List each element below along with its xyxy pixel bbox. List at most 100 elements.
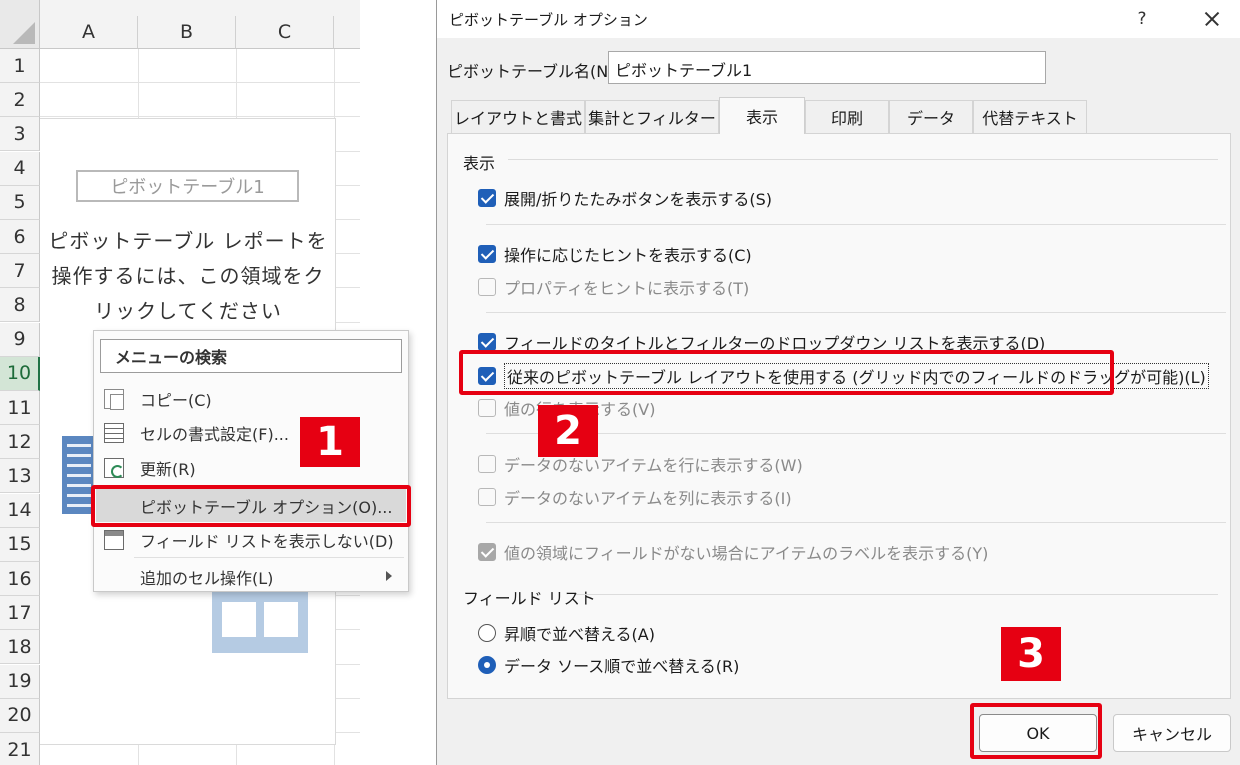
menu-item-hide-field-list[interactable]: フィールド リストを表示しない(D) xyxy=(96,523,406,556)
row-header-3[interactable]: 3 xyxy=(0,117,40,152)
row-header-18[interactable]: 18 xyxy=(0,630,40,665)
row-header-5[interactable]: 5 xyxy=(0,185,40,220)
radio-unselected-icon xyxy=(478,624,496,642)
close-icon[interactable] xyxy=(1197,4,1227,34)
step-badge-2: 2 xyxy=(538,405,598,457)
menu-item-more-cell-actions[interactable]: 追加のセル操作(L) xyxy=(96,560,406,593)
row-header-1[interactable]: 1 xyxy=(0,49,40,83)
step-badge-1: 1 xyxy=(300,417,360,467)
checkbox-unchecked-icon xyxy=(478,278,496,296)
option-empty-items-columns[interactable]: データのないアイテムを列に表示する(I) xyxy=(478,485,792,509)
option-label: 値の領域にフィールドがない場合にアイテムのラベルを表示する(Y) xyxy=(504,544,989,563)
option-separator xyxy=(486,312,1226,313)
select-all-corner[interactable] xyxy=(0,0,40,49)
row-header-8[interactable]: 8 xyxy=(0,288,40,323)
highlight-box-step1 xyxy=(91,485,411,527)
row-header-2[interactable]: 2 xyxy=(0,83,40,118)
step-badge-3: 3 xyxy=(1001,627,1061,681)
column-header-b[interactable]: B xyxy=(138,16,236,49)
radio-selected-icon xyxy=(478,656,496,674)
radio-sort-a-to-z[interactable]: 昇順で並べ替える(A) xyxy=(478,621,655,645)
menu-item-label: 更新(R) xyxy=(140,459,196,479)
menu-separator xyxy=(134,557,404,558)
group-title-field-list: フィールド リスト xyxy=(463,589,596,608)
option-expand-collapse[interactable]: 展開/折りたたみボタンを表示する(S) xyxy=(478,186,772,210)
checkbox-unchecked-icon xyxy=(478,399,496,417)
radio-sort-data-source-order[interactable]: データ ソース順で並べ替える(R) xyxy=(478,653,739,677)
group-divider xyxy=(576,594,1218,595)
row-header-14[interactable]: 14 xyxy=(0,493,40,528)
option-item-labels-no-values[interactable]: 値の領域にフィールドがない場合にアイテムのラベルを表示する(Y) xyxy=(478,540,988,564)
row-header-15[interactable]: 15 xyxy=(0,527,40,562)
cancel-button[interactable]: キャンセル xyxy=(1113,714,1231,752)
row-header-13[interactable]: 13 xyxy=(0,459,40,494)
radio-label: データ ソース順で並べ替える(R) xyxy=(504,657,740,676)
row-header-9[interactable]: 9 xyxy=(0,322,40,357)
row-header-4[interactable]: 4 xyxy=(0,151,40,186)
checkbox-checked-icon xyxy=(478,333,496,351)
row-header-7[interactable]: 7 xyxy=(0,254,40,289)
group-title-display: 表示 xyxy=(463,154,496,173)
option-empty-items-rows[interactable]: データのないアイテムを行に表示する(W) xyxy=(478,452,803,476)
checkbox-unchecked-icon xyxy=(478,455,496,473)
row-header-10[interactable]: 10 xyxy=(0,356,40,391)
group-divider xyxy=(508,159,1218,160)
menu-item-label: フィールド リストを表示しない(D) xyxy=(140,531,394,551)
refresh-icon xyxy=(104,458,124,478)
pivot-table-name-box: ピボットテーブル1 xyxy=(76,170,299,202)
option-label: プロパティをヒントに表示する(T) xyxy=(504,279,750,298)
pivot-name-label: ピボットテーブル名(N): xyxy=(447,62,620,81)
menu-item-copy[interactable]: コピー(C) xyxy=(96,382,406,415)
tab-totals-filters[interactable]: 集計とフィルター xyxy=(585,100,719,133)
option-label: データのないアイテムを列に表示する(I) xyxy=(504,489,792,508)
row-header-17[interactable]: 17 xyxy=(0,596,40,631)
row-header-11[interactable]: 11 xyxy=(0,391,40,425)
copy-icon xyxy=(104,389,124,410)
option-separator xyxy=(486,522,1226,523)
instruction-line: 操作するには、この領域をク xyxy=(51,264,325,288)
field-list-icon xyxy=(104,530,124,550)
highlight-box-step2 xyxy=(459,350,1114,395)
radio-label: 昇順で並べ替える(A) xyxy=(504,625,655,644)
checkbox-checked-icon xyxy=(478,245,496,263)
tab-printing[interactable]: 印刷 xyxy=(805,100,889,133)
tab-display[interactable]: 表示 xyxy=(719,97,805,134)
tab-data[interactable]: データ xyxy=(889,100,973,133)
checkbox-checked-disabled-icon xyxy=(478,543,496,561)
highlight-box-step3 xyxy=(970,703,1102,759)
row-header-21[interactable]: 21 xyxy=(0,733,40,765)
row-header-12[interactable]: 12 xyxy=(0,425,40,460)
tab-layout-format[interactable]: レイアウトと書式 xyxy=(451,100,585,133)
dialog-title: ピボットテーブル オプション xyxy=(449,11,648,29)
pivot-name-input[interactable]: ピボットテーブル1 xyxy=(608,51,1046,84)
context-menu: メニューの検索 コピー(C) セルの書式設定(F)... 更新(R) ピボットテ… xyxy=(93,330,409,592)
checkbox-unchecked-icon xyxy=(478,488,496,506)
menu-item-label: 追加のセル操作(L) xyxy=(140,568,274,588)
column-header-d[interactable] xyxy=(334,16,360,49)
checkbox-checked-icon xyxy=(478,189,496,207)
option-label: 操作に応じたヒントを表示する(C) xyxy=(504,246,752,265)
row-header-16[interactable]: 16 xyxy=(0,562,40,596)
menu-item-label: コピー(C) xyxy=(140,390,212,410)
row-header-6[interactable]: 6 xyxy=(0,220,40,254)
option-separator xyxy=(486,224,1226,225)
gridline xyxy=(40,82,360,84)
pivot-table-instructions: ピボットテーブル レポートを 操作するには、この領域をク リックしてください xyxy=(40,224,336,329)
option-label: 展開/折りたたみボタンを表示する(S) xyxy=(504,190,773,209)
instruction-line: リックしてください xyxy=(94,299,282,323)
row-header-20[interactable]: 20 xyxy=(0,698,40,733)
submenu-arrow-icon xyxy=(386,571,392,581)
option-properties-in-tooltips[interactable]: プロパティをヒントに表示する(T) xyxy=(478,275,749,299)
menu-search-box[interactable]: メニューの検索 xyxy=(100,339,402,373)
dialog-titlebar: ピボットテーブル オプション ? xyxy=(437,0,1240,38)
option-contextual-tooltips[interactable]: 操作に応じたヒントを表示する(C) xyxy=(478,242,752,266)
instruction-line: ピボットテーブル レポートを xyxy=(48,229,328,253)
format-cells-icon xyxy=(104,423,124,443)
column-header-a[interactable]: A xyxy=(40,16,138,49)
column-header-strip xyxy=(40,0,360,16)
row-header-19[interactable]: 19 xyxy=(0,664,40,699)
help-button[interactable]: ? xyxy=(1127,4,1157,34)
pivot-grid-icon xyxy=(212,590,308,653)
column-header-c[interactable]: C xyxy=(236,16,334,49)
tab-alt-text[interactable]: 代替テキスト xyxy=(973,100,1087,133)
